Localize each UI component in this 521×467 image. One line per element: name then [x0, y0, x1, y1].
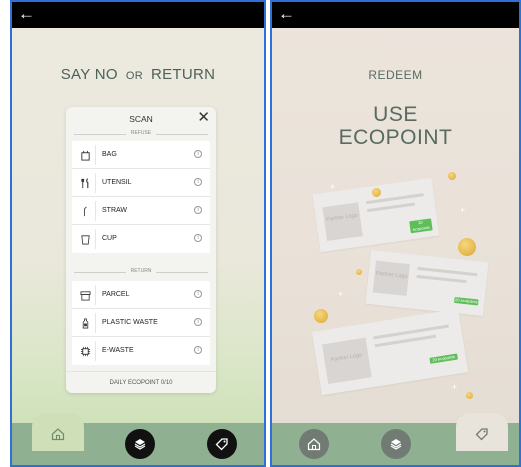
- ecopoint-badge: 20 ecopoints: [429, 353, 459, 364]
- parcel-icon: [76, 285, 96, 305]
- info-icon[interactable]: i: [194, 150, 202, 158]
- coin-icon: [372, 188, 381, 197]
- coin-icon: [458, 238, 476, 256]
- cup-icon: [76, 229, 96, 249]
- redeem-screen: ← REDEEM USE ECOPOINT Partner Logo 20 ec…: [270, 0, 521, 467]
- info-icon[interactable]: i: [194, 346, 202, 354]
- info-icon[interactable]: i: [194, 178, 202, 186]
- ecopoint-badge: 20 ecopoints: [454, 296, 479, 306]
- back-arrow-icon[interactable]: ←: [18, 3, 35, 25]
- refuse-list: BAG i UTENSIL i STRAW i CUP i: [72, 141, 210, 253]
- home-icon: [51, 428, 65, 441]
- ecopoint-badge: 20 ecopoints: [409, 218, 433, 234]
- partner-logo: Partner Logo: [322, 202, 363, 242]
- straw-icon: [76, 201, 96, 221]
- close-icon[interactable]: ✕: [197, 109, 210, 127]
- daily-ecopoint-counter: DAILY ECOPOINT 0/10: [66, 371, 216, 393]
- bottom-tab-bar: [272, 413, 519, 465]
- return-divider: RETURN: [74, 267, 208, 277]
- partner-logo: Partner Logo: [372, 260, 410, 296]
- coin-icon: [314, 309, 328, 323]
- list-item-straw[interactable]: STRAW i: [72, 197, 210, 225]
- sparkle-icon: +: [338, 289, 344, 299]
- say-no-or-return-heading: SAY NO OR RETURN: [12, 66, 264, 83]
- sparkle-icon: +: [452, 382, 458, 392]
- list-item-e-waste[interactable]: E-WASTE i: [72, 337, 210, 365]
- bottom-tab-bar: [12, 413, 264, 465]
- list-item-utensil[interactable]: UTENSIL i: [72, 169, 210, 197]
- partner-card: Partner Logo 20 ecopoints: [311, 308, 469, 396]
- redeem-heading: REDEEM: [368, 68, 423, 82]
- item-label: BAG: [102, 151, 117, 158]
- info-icon[interactable]: i: [194, 290, 202, 298]
- partner-card: Partner Logo 20 ecopoints: [312, 177, 440, 253]
- item-label: CUP: [102, 235, 117, 242]
- tab-tag[interactable]: [207, 429, 237, 459]
- tag-icon: [215, 438, 228, 451]
- info-icon[interactable]: i: [194, 318, 202, 326]
- partner-logo: Partner Logo: [321, 337, 372, 385]
- return-label: RETURN: [125, 268, 157, 274]
- refuse-label: REFUSE: [125, 130, 157, 136]
- list-item-bag[interactable]: BAG i: [72, 141, 210, 169]
- return-text: RETURN: [150, 66, 216, 83]
- tag-icon: [475, 428, 488, 441]
- list-item-parcel[interactable]: PARCEL i: [72, 281, 210, 309]
- sparkle-icon: +: [330, 182, 336, 192]
- bag-icon: [76, 145, 96, 165]
- bottle-icon: [76, 313, 96, 333]
- utensil-icon: [76, 173, 96, 193]
- tab-layers[interactable]: [125, 429, 155, 459]
- item-label: PARCEL: [102, 291, 130, 298]
- status-bar: ←: [12, 2, 264, 28]
- tab-layers[interactable]: [381, 429, 411, 459]
- use-ecopoint-line2: ECOPOINT: [338, 126, 453, 149]
- list-item-cup[interactable]: CUP i: [72, 225, 210, 253]
- coin-icon: [466, 392, 473, 399]
- coin-icon: [448, 172, 456, 180]
- tab-home[interactable]: [299, 429, 329, 459]
- refuse-divider: REFUSE: [74, 129, 208, 139]
- partner-card: Partner Logo 20 ecopoints: [365, 249, 489, 317]
- scan-screen: ← SAY NO OR RETURN SCAN ✕ REFUSE BAG i U…: [10, 0, 266, 467]
- chip-icon: [76, 341, 96, 361]
- item-label: UTENSIL: [102, 179, 132, 186]
- scan-card: SCAN ✕ REFUSE BAG i UTENSIL i STRAW i CU…: [66, 107, 216, 393]
- return-list: PARCEL i PLASTIC WASTE i E-WASTE i: [72, 281, 210, 365]
- coin-icon: [356, 269, 362, 275]
- info-icon[interactable]: i: [194, 234, 202, 242]
- list-item-plastic-waste[interactable]: PLASTIC WASTE i: [72, 309, 210, 337]
- status-bar: ←: [272, 2, 519, 28]
- say-no-text: SAY NO: [60, 66, 118, 83]
- use-ecopoint-line1: USE: [373, 103, 418, 126]
- layers-icon: [134, 439, 146, 450]
- tab-tag[interactable]: [467, 419, 497, 449]
- or-text: OR: [125, 70, 143, 82]
- tab-home[interactable]: [43, 419, 73, 449]
- item-label: STRAW: [102, 207, 128, 214]
- scan-card-title: SCAN: [129, 114, 153, 124]
- item-label: PLASTIC WASTE: [102, 319, 158, 326]
- use-ecopoint-title: USE ECOPOINT: [272, 103, 519, 149]
- back-arrow-icon[interactable]: ←: [278, 3, 295, 25]
- info-icon[interactable]: i: [194, 206, 202, 214]
- layers-icon: [390, 439, 402, 450]
- scan-card-header: SCAN ✕: [66, 107, 216, 129]
- home-icon: [307, 438, 321, 451]
- sparkle-icon: +: [460, 205, 466, 215]
- item-label: E-WASTE: [102, 347, 134, 354]
